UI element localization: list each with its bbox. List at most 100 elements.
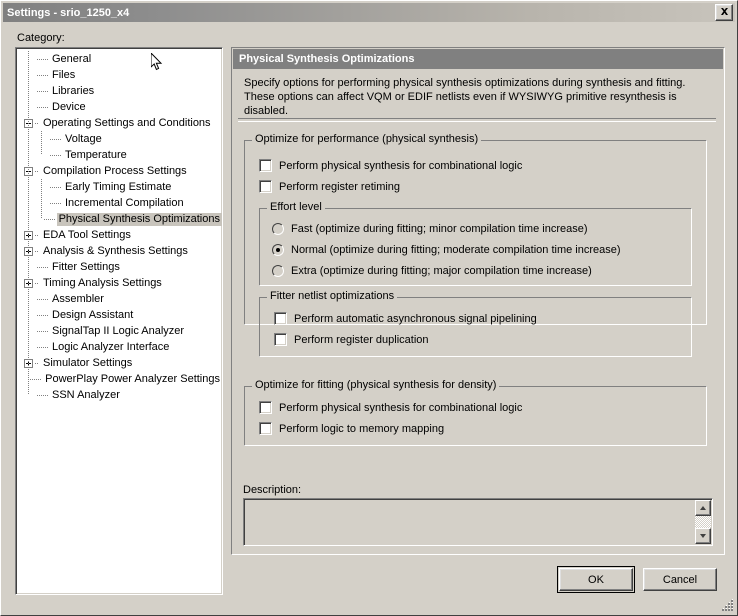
tree-item-design-assistant[interactable]: Design Assistant bbox=[16, 307, 222, 323]
tree-item-eda-tool-settings[interactable]: EDA Tool Settings bbox=[16, 227, 222, 243]
tree-item-signaltap-ii-logic-analyzer[interactable]: SignalTap II Logic Analyzer bbox=[16, 323, 222, 339]
tree-connector bbox=[50, 182, 61, 192]
tree-item-libraries[interactable]: Libraries bbox=[16, 83, 222, 99]
tree-item-logic-analyzer-interface[interactable]: Logic Analyzer Interface bbox=[16, 339, 222, 355]
tree-item-label: Assembler bbox=[52, 292, 104, 305]
tree-item-analysis-synthesis-settings[interactable]: Analysis & Synthesis Settings bbox=[16, 243, 222, 259]
performance-group: Optimize for performance (physical synth… bbox=[244, 134, 707, 357]
radio-effort-fast[interactable]: Fast (optimize during fitting; minor com… bbox=[272, 223, 588, 235]
checkbox-perform-register-retiming[interactable]: Perform register retiming bbox=[259, 180, 400, 193]
tree-connector bbox=[35, 118, 39, 128]
tree-item-incremental-compilation[interactable]: Incremental Compilation bbox=[16, 195, 222, 211]
ok-button[interactable]: OK bbox=[557, 566, 635, 593]
tree-connector bbox=[30, 374, 42, 384]
tree-item-label: EDA Tool Settings bbox=[43, 228, 131, 241]
tree-connector bbox=[43, 214, 55, 224]
tree-item-physical-synthesis-optimizations[interactable]: Physical Synthesis Optimizations bbox=[16, 211, 222, 227]
fitter-netlist-group: Fitter netlist optimizations Perform aut… bbox=[259, 291, 692, 357]
checkbox-icon[interactable] bbox=[274, 333, 287, 346]
tree-connector bbox=[37, 342, 48, 352]
fitter-netlist-group-title: Fitter netlist optimizations bbox=[267, 291, 398, 302]
checkbox-logic-to-memory-mapping[interactable]: Perform logic to memory mapping bbox=[259, 422, 444, 435]
tree-item-simulator-settings[interactable]: Simulator Settings bbox=[16, 355, 222, 371]
tree-connector bbox=[37, 70, 48, 80]
tree-item-early-timing-estimate[interactable]: Early Timing Estimate bbox=[16, 179, 222, 195]
tree-connector bbox=[37, 102, 48, 112]
tree-item-powerplay-power-analyzer-settings[interactable]: PowerPlay Power Analyzer Settings bbox=[16, 371, 222, 387]
tree-item-label: General bbox=[52, 52, 92, 65]
tree-item-label: SSN Analyzer bbox=[52, 388, 120, 401]
checkbox-icon[interactable] bbox=[259, 401, 272, 414]
close-icon[interactable] bbox=[715, 4, 733, 21]
pane-description-text: Specify options for performing physical … bbox=[244, 77, 686, 117]
tree-connector bbox=[37, 262, 48, 272]
tree-item-label: Physical Synthesis Optimizations bbox=[56, 212, 222, 226]
tree-trunk-line bbox=[41, 179, 42, 219]
tree-item-fitter-settings[interactable]: Fitter Settings bbox=[16, 259, 222, 275]
radio-effort-normal[interactable]: Normal (optimize during fitting; moderat… bbox=[272, 244, 621, 256]
tree-item-voltage[interactable]: Voltage bbox=[16, 131, 222, 147]
option-label: Perform logic to memory mapping bbox=[279, 422, 445, 435]
tree-item-general[interactable]: General bbox=[16, 51, 222, 67]
checkbox-async-signal-pipelining[interactable]: Perform automatic asynchronous signal pi… bbox=[274, 312, 537, 325]
title-bar[interactable]: Settings - srio_1250_x4 bbox=[3, 3, 735, 22]
tree-item-label: Logic Analyzer Interface bbox=[52, 340, 170, 353]
option-label: Perform register retiming bbox=[279, 180, 401, 193]
radio-icon[interactable] bbox=[272, 265, 284, 277]
tree-item-assembler[interactable]: Assembler bbox=[16, 291, 222, 307]
tree-item-ssn-analyzer[interactable]: SSN Analyzer bbox=[16, 387, 222, 403]
tree-connector bbox=[37, 326, 48, 336]
tree-item-files[interactable]: Files bbox=[16, 67, 222, 83]
tree-item-label: Design Assistant bbox=[52, 308, 134, 321]
scroll-up-icon[interactable] bbox=[695, 500, 711, 516]
tree-connector bbox=[50, 150, 61, 160]
tree-connector bbox=[37, 86, 48, 96]
option-label: Normal (optimize during fitting; moderat… bbox=[291, 244, 621, 256]
checkbox-icon[interactable] bbox=[259, 422, 272, 435]
checkbox-perform-physical-synthesis-combinational[interactable]: Perform physical synthesis for combinati… bbox=[259, 159, 522, 172]
settings-dialog-window: Settings - srio_1250_x4 Category: Genera… bbox=[0, 0, 738, 616]
tree-item-label: Early Timing Estimate bbox=[65, 180, 172, 193]
checkbox-register-duplication[interactable]: Perform register duplication bbox=[274, 333, 429, 346]
tree-item-device[interactable]: Device bbox=[16, 99, 222, 115]
cancel-button[interactable]: Cancel bbox=[643, 568, 717, 591]
tree-connector bbox=[37, 390, 48, 400]
tree-connector bbox=[35, 246, 39, 256]
tree-connector bbox=[37, 54, 48, 64]
ok-button-label: OK bbox=[588, 573, 604, 586]
checkbox-icon[interactable] bbox=[259, 180, 272, 193]
option-label: Fast (optimize during fitting; minor com… bbox=[291, 223, 588, 235]
tree-connector bbox=[37, 294, 48, 304]
tree-connector bbox=[37, 310, 48, 320]
category-tree-panel[interactable]: General Files Libraries Device Operating Set… bbox=[15, 47, 223, 595]
description-scrollbar[interactable] bbox=[695, 500, 711, 544]
tree-item-label: Operating Settings and Conditions bbox=[43, 116, 211, 129]
checkbox-fitting-physical-synthesis-combinational[interactable]: Perform physical synthesis for combinati… bbox=[259, 401, 522, 414]
tree-item-label: Libraries bbox=[52, 84, 95, 97]
tree-item-compilation-process-settings[interactable]: Compilation Process Settings bbox=[16, 163, 222, 179]
tree-item-label: Analysis & Synthesis Settings bbox=[43, 244, 188, 257]
arrow-down-glyph bbox=[700, 534, 706, 538]
tree-item-label: Fitter Settings bbox=[52, 260, 120, 273]
fitting-group-title: Optimize for fitting (physical synthesis… bbox=[252, 380, 500, 391]
radio-icon[interactable] bbox=[272, 244, 284, 256]
tree-item-label: SignalTap II Logic Analyzer bbox=[52, 324, 185, 337]
pane-header-bar: Physical Synthesis Optimizations bbox=[233, 49, 723, 69]
fitting-group: Optimize for fitting (physical synthesis… bbox=[244, 380, 707, 446]
tree-item-label: Temperature bbox=[65, 148, 127, 161]
category-label: Category: bbox=[17, 32, 65, 44]
checkbox-icon[interactable] bbox=[259, 159, 272, 172]
tree-item-label: Simulator Settings bbox=[43, 356, 133, 369]
tree-item-timing-analysis-settings[interactable]: Timing Analysis Settings bbox=[16, 275, 222, 291]
description-textbox[interactable] bbox=[243, 498, 713, 546]
tree-item-operating-settings-and-conditions[interactable]: Operating Settings and Conditions bbox=[16, 115, 222, 131]
checkbox-icon[interactable] bbox=[274, 312, 287, 325]
arrow-up-glyph bbox=[700, 506, 706, 510]
resize-grip-icon[interactable] bbox=[721, 599, 734, 612]
scroll-down-icon[interactable] bbox=[695, 528, 711, 544]
tree-connector bbox=[50, 198, 61, 208]
radio-icon[interactable] bbox=[272, 223, 284, 235]
radio-effort-extra[interactable]: Extra (optimize during fitting; major co… bbox=[272, 265, 592, 277]
tree-item-temperature[interactable]: Temperature bbox=[16, 147, 222, 163]
tree-trunk-line bbox=[41, 131, 42, 155]
